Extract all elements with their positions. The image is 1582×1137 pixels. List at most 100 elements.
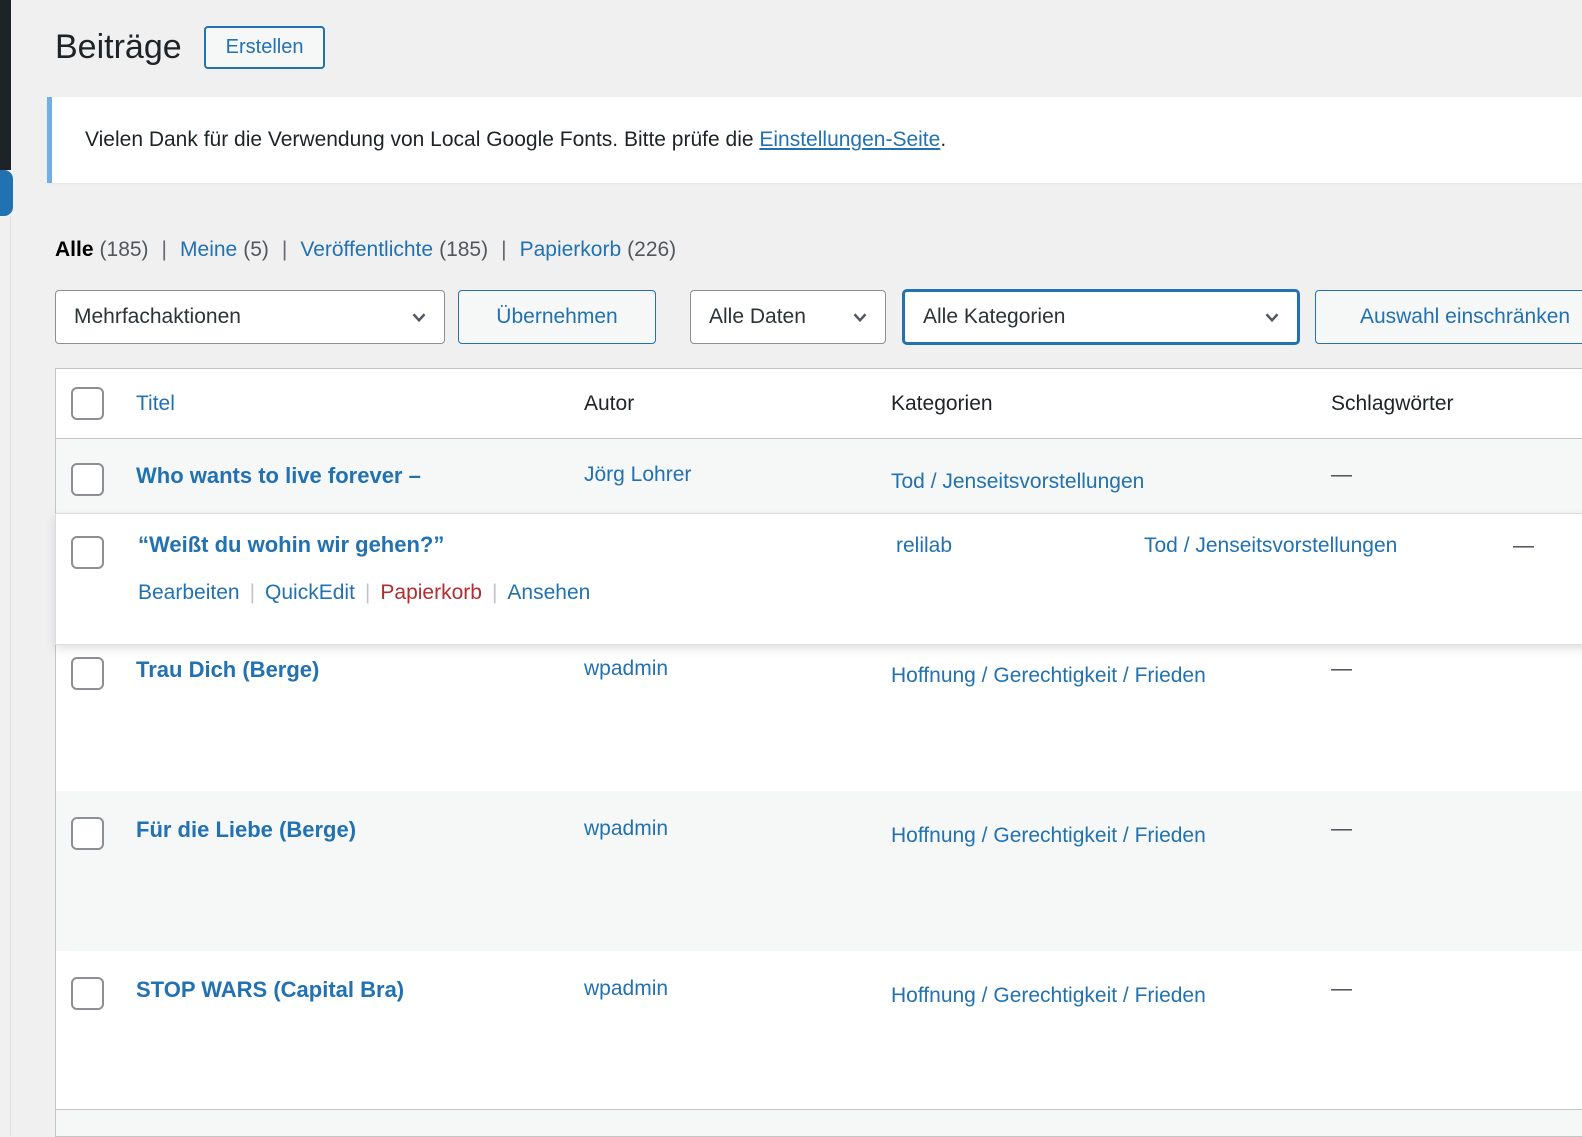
author-link[interactable]: wpadmin [584, 657, 668, 680]
post-author-cell: relilab [896, 534, 952, 558]
no-tags-dash: — [1513, 534, 1534, 558]
filter-button[interactable]: Auswahl einschränken [1315, 290, 1582, 344]
category-link[interactable]: Hoffnung / Gerechtigkeit / Frieden [891, 657, 1206, 695]
post-categories-cell: Tod / Jenseitsvorstellungen [876, 463, 1316, 501]
post-title-link[interactable]: “Weißt du wohin wir gehen?” [138, 532, 444, 557]
row-checkbox[interactable] [71, 463, 104, 496]
action-separator: | [250, 581, 255, 604]
row-checkbox[interactable] [71, 536, 104, 569]
post-categories-cell: Hoffnung / Gerechtigkeit / Frieden [876, 657, 1316, 695]
post-author-cell: wpadmin [569, 977, 876, 1001]
select-all-checkbox[interactable] [71, 387, 104, 420]
action-separator: | [365, 581, 370, 604]
view-filters: Alle (185) | Meine(5) | Veröffentlichte (1… [55, 238, 676, 262]
date-filter-value: Alle Daten [709, 305, 806, 329]
checkbox-cell [56, 657, 121, 690]
category-filter-select[interactable]: Alle Kategorien [903, 290, 1299, 344]
admin-menu-edge [0, 0, 11, 170]
settings-page-link[interactable]: Einstellungen-Seite [759, 128, 940, 151]
view-mine-label[interactable]: Meine [180, 238, 237, 261]
trash-action-link[interactable]: Papierkorb [380, 581, 482, 604]
checkbox-cell [56, 463, 121, 496]
post-tags-cell: — [1316, 463, 1582, 487]
post-title-cell: Trau Dich (Berge) [121, 657, 569, 683]
post-title-cell: Für die Liebe (Berge) [121, 817, 569, 843]
no-tags-dash: — [1331, 817, 1352, 840]
row-actions: Bearbeiten | QuickEdit | Papierkorb | Ansehen [138, 581, 590, 605]
author-link[interactable]: relilab [896, 534, 952, 557]
table-footer-edge [56, 1109, 1582, 1136]
table-row: Trau Dich (Berge) wpadmin Hoffnung / Ger… [56, 631, 1582, 791]
checkbox-cell [56, 977, 121, 1010]
view-published[interactable]: Veröffentlichte (185) [300, 238, 488, 262]
view-trash-label[interactable]: Papierkorb [520, 238, 622, 261]
view-separator: | [282, 238, 287, 262]
view-all-label[interactable]: Alle [55, 238, 94, 261]
view-published-count: (185) [439, 238, 488, 261]
edit-action-link[interactable]: Bearbeiten [138, 581, 240, 604]
date-filter-select[interactable]: Alle Daten [690, 290, 886, 344]
table-row: Für die Liebe (Berge) wpadmin Hoffnung /… [56, 791, 1582, 951]
bulk-actions-value: Mehrfachaktionen [74, 305, 241, 329]
post-author-cell: Jörg Lohrer [569, 463, 876, 487]
row-checkbox[interactable] [71, 977, 104, 1010]
category-filter-value: Alle Kategorien [923, 305, 1065, 329]
post-tags-cell: — [1316, 977, 1582, 1001]
header-author: Autor [569, 392, 876, 416]
chevron-down-icon [408, 306, 430, 328]
quick-edit-action-link[interactable]: QuickEdit [265, 581, 355, 604]
author-link[interactable]: Jörg Lohrer [584, 463, 691, 486]
table-row: STOP WARS (Capital Bra) wpadmin Hoffnung… [56, 951, 1582, 1109]
post-categories-cell: Tod / Jenseitsvorstellungen [1144, 534, 1397, 558]
view-published-label[interactable]: Veröffentlichte [300, 238, 433, 261]
chevron-down-icon [1261, 306, 1283, 328]
notice-text-after: . [940, 128, 946, 151]
chevron-down-icon [849, 306, 871, 328]
action-separator: | [492, 581, 497, 604]
row-checkbox[interactable] [71, 657, 104, 690]
no-tags-dash: — [1331, 977, 1352, 1000]
hovered-post-row: “Weißt du wohin wir gehen?” Bearbeiten | Q… [55, 513, 1582, 645]
notice-text-before: Vielen Dank für die Verwendung von Local… [85, 128, 759, 151]
view-mine[interactable]: Meine(5) [180, 238, 269, 262]
post-title-link[interactable]: STOP WARS (Capital Bra) [136, 977, 404, 1002]
post-title-link[interactable]: Trau Dich (Berge) [136, 657, 319, 682]
view-all[interactable]: Alle (185) [55, 238, 149, 262]
notice-banner: Vielen Dank für die Verwendung von Local… [47, 97, 1582, 183]
view-trash[interactable]: Papierkorb(226) [520, 238, 677, 262]
view-action-link[interactable]: Ansehen [507, 581, 590, 604]
table-header-row: Titel Autor Kategorien Schlagwörter [56, 369, 1582, 439]
post-title-cell: STOP WARS (Capital Bra) [121, 977, 569, 1003]
view-separator: | [162, 238, 167, 262]
list-toolbar: Mehrfachaktionen Übernehmen Alle Daten A… [55, 290, 1582, 344]
post-title-link[interactable]: Für die Liebe (Berge) [136, 817, 356, 842]
author-link[interactable]: wpadmin [584, 817, 668, 840]
apply-button[interactable]: Übernehmen [458, 290, 656, 344]
header-tags: Schlagwörter [1316, 392, 1582, 416]
header-categories: Kategorien [876, 392, 1316, 416]
row-checkbox[interactable] [71, 817, 104, 850]
header-checkbox-cell [56, 387, 121, 420]
post-title-cell: “Weißt du wohin wir gehen?” [138, 532, 444, 558]
view-all-count: (185) [100, 238, 149, 261]
create-post-button[interactable]: Erstellen [204, 26, 326, 69]
post-categories-cell: Hoffnung / Gerechtigkeit / Frieden [876, 817, 1316, 855]
post-categories-cell: Hoffnung / Gerechtigkeit / Frieden [876, 977, 1316, 1015]
sort-by-title-link[interactable]: Titel [136, 392, 175, 415]
header-title: Titel [121, 392, 569, 416]
post-title-link[interactable]: Who wants to live forever – [136, 463, 421, 488]
category-link[interactable]: Hoffnung / Gerechtigkeit / Frieden [891, 817, 1206, 855]
page-title: Beiträge [55, 28, 182, 67]
posts-table: Titel Autor Kategorien Schlagwörter Who … [55, 368, 1582, 1137]
notice-text: Vielen Dank für die Verwendung von Local… [85, 128, 946, 152]
content-divider [10, 216, 11, 1136]
bulk-actions-select[interactable]: Mehrfachaktionen [55, 290, 445, 344]
view-trash-count: (226) [627, 238, 676, 261]
post-tags-cell: — [1316, 657, 1582, 681]
category-link[interactable]: Hoffnung / Gerechtigkeit / Frieden [891, 977, 1206, 1015]
view-separator: | [501, 238, 506, 262]
author-link[interactable]: wpadmin [584, 977, 668, 1000]
checkbox-cell [56, 536, 104, 569]
category-link[interactable]: Tod / Jenseitsvorstellungen [1144, 534, 1397, 557]
category-link[interactable]: Tod / Jenseitsvorstellungen [891, 463, 1144, 501]
